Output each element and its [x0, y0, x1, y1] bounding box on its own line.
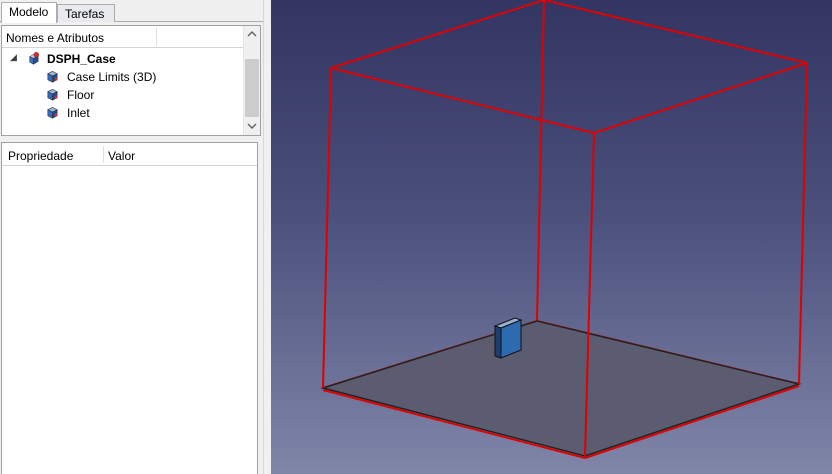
property-view: Propriedade Valor [1, 142, 258, 474]
cube-icon [47, 89, 58, 101]
expand-arrow-icon[interactable]: ◢ [10, 52, 17, 63]
property-header: Propriedade Valor [2, 143, 257, 166]
tab-bar: Modelo Tarefas [0, 0, 263, 23]
tree-header-label: Nomes e Atributos [6, 31, 105, 45]
column-divider [156, 28, 157, 46]
tree-item-case-limits[interactable]: Case Limits (3D) [2, 68, 245, 86]
tree-item-floor[interactable]: Floor [2, 86, 245, 104]
column-header-property[interactable]: Propriedade [8, 149, 73, 163]
tree-item-label: Case Limits (3D) [67, 70, 157, 84]
document-icon [29, 52, 39, 65]
tree-item-label: Inlet [67, 106, 90, 120]
view-splitter[interactable] [263, 0, 271, 474]
3d-viewport[interactable] [271, 0, 832, 474]
column-header-value[interactable]: Valor [108, 149, 135, 163]
tree-item-label: DSPH_Case [47, 52, 116, 66]
inlet-block[interactable] [493, 317, 523, 359]
tree-item-dsph-case[interactable]: ◢ DSPH_Case [2, 50, 245, 68]
chevron-down-icon [247, 123, 257, 129]
floor-plane[interactable] [320, 320, 802, 457]
combo-view-panel: Modelo Tarefas Nomes e Atributos ◢ DSPH_… [0, 0, 263, 474]
scroll-down-button[interactable] [244, 118, 260, 135]
scroll-up-button[interactable] [244, 26, 260, 43]
cube-icon [47, 71, 58, 83]
model-tree: Nomes e Atributos ◢ DSPH_Case Case Limit… [1, 25, 261, 136]
tree-item-label: Floor [67, 88, 95, 102]
tree-scrollbar[interactable] [243, 26, 260, 135]
scroll-thumb[interactable] [245, 59, 259, 117]
tab-modelo[interactable]: Modelo [1, 2, 57, 23]
tree-column-header[interactable]: Nomes e Atributos [2, 26, 245, 48]
column-divider[interactable] [103, 146, 104, 163]
cube-icon [47, 107, 58, 119]
3d-scene [320, 0, 808, 459]
tree-item-inlet[interactable]: Inlet [2, 104, 245, 122]
tab-tarefas[interactable]: Tarefas [57, 4, 115, 22]
chevron-up-icon [247, 31, 257, 37]
